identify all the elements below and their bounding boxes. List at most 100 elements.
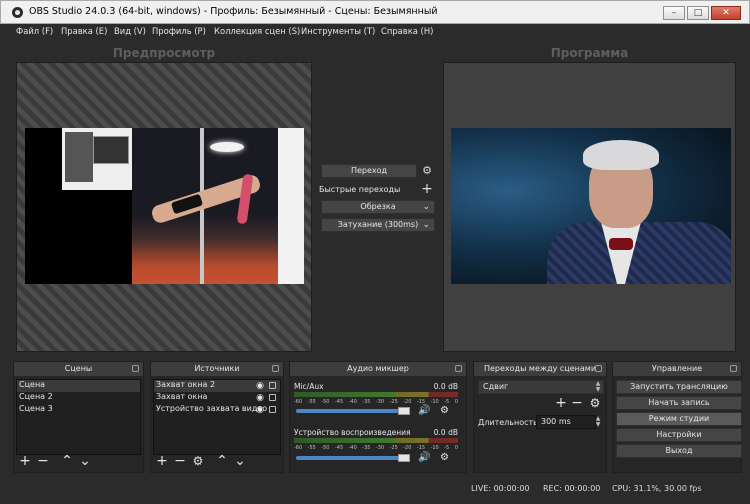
transition-button[interactable]: Переход	[321, 164, 417, 178]
settings-button[interactable]: Настройки	[616, 428, 742, 442]
meter-scale-tick: -45	[334, 399, 344, 405]
source-item[interactable]: Захват окна ◉	[154, 392, 280, 404]
plus-icon[interactable]: +	[554, 396, 568, 411]
eye-icon[interactable]: ◉	[256, 381, 264, 391]
volume-slider-handle[interactable]	[398, 407, 410, 415]
cut-button[interactable]: Обрезка ⌄	[321, 200, 435, 214]
source-item-label: Устройство захвата видео	[156, 404, 268, 413]
chevron-up-icon[interactable]: ▲ ▼	[595, 381, 601, 393]
meter-scale-tick: -55	[307, 399, 316, 405]
meter-scale-tick: -35	[362, 445, 371, 451]
minus-icon[interactable]: −	[570, 396, 584, 411]
source-item[interactable]: Устройство захвата видео ◉	[154, 404, 280, 416]
menu-tools[interactable]: Инструменты (T)	[301, 26, 375, 36]
meter-scale-tick: -10	[430, 399, 439, 405]
meter-scale-tick: -30	[375, 445, 385, 451]
preview-white-edge	[278, 128, 304, 284]
scene-item[interactable]: Сцена	[17, 380, 140, 392]
undock-icon[interactable]	[595, 365, 602, 372]
scene-transitions-dock: Переходы между сценами Сдвиг ▲ ▼ + − ⚙ Дл…	[473, 361, 607, 473]
mixer-channel-db: 0.0 dB	[433, 382, 458, 391]
chevron-up-icon[interactable]: ⌃	[215, 454, 229, 469]
meter-scale-tick: -55	[307, 445, 316, 451]
fade-select[interactable]: Затухание (300ms) ⌄	[321, 218, 435, 232]
sources-list[interactable]: Захват окна 2 ◉ Захват окна ◉ Устройство…	[153, 379, 281, 455]
gear-icon[interactable]: ⚙	[440, 405, 449, 416]
mixer-channel: Устройство воспроизведения 0.0 dB -60 -5…	[294, 428, 458, 466]
eye-icon[interactable]: ◉	[256, 405, 264, 415]
undock-icon[interactable]	[730, 365, 737, 372]
live-status: LIVE: 00:00:00	[471, 484, 530, 493]
audio-mixer-dock-title-text: Аудио микшер	[347, 364, 409, 373]
duration-input[interactable]: 300 ms	[536, 415, 596, 429]
lock-icon[interactable]	[269, 382, 276, 389]
meter-scale-tick: -50	[321, 445, 330, 451]
minus-icon[interactable]: −	[173, 454, 187, 469]
meter-scale-tick: -45	[334, 445, 344, 451]
chevron-down-icon: ⌄	[422, 202, 430, 212]
meter-scale-tick: -50	[321, 399, 330, 405]
plus-icon[interactable]: +	[421, 182, 433, 196]
start-recording-button[interactable]: Начать запись	[616, 396, 742, 410]
chevron-down-icon[interactable]: ⌄	[233, 454, 247, 469]
presenter-bowtie	[609, 238, 633, 250]
transition-select[interactable]: Сдвиг	[478, 380, 604, 394]
menu-scene-collection[interactable]: Коллекция сцен (S)	[214, 26, 300, 36]
menu-edit[interactable]: Правка (E)	[61, 26, 107, 36]
sources-dock-title-text: Источники	[194, 364, 240, 373]
lock-icon[interactable]	[269, 394, 276, 401]
volume-slider[interactable]	[296, 456, 410, 460]
maximize-button[interactable]: □	[687, 6, 709, 20]
minimize-button[interactable]: –	[663, 6, 685, 20]
audio-mixer-dock: Аудио микшер Mic/Aux 0.0 dB -60 -55 -50 …	[289, 361, 467, 473]
chevron-up-icon[interactable]: ⌃	[60, 454, 74, 469]
start-streaming-button[interactable]: Запустить трансляцию	[616, 380, 742, 394]
close-button[interactable]: ✕	[711, 6, 741, 20]
controls-dock-title-text: Управление	[651, 364, 703, 373]
meter-scale-tick: -15	[416, 445, 426, 451]
mixer-channel-name: Mic/Aux	[294, 382, 324, 391]
scene-item[interactable]: Сцена 3	[17, 404, 140, 416]
studio-mode-button[interactable]: Режим студии	[616, 412, 742, 426]
gear-icon[interactable]: ⚙	[588, 397, 602, 411]
speaker-icon[interactable]: 🔊	[418, 405, 430, 416]
stadium-light	[210, 142, 244, 152]
audio-mixer-dock-title: Аудио микшер	[290, 362, 466, 376]
lock-icon[interactable]	[269, 406, 276, 413]
minimize-icon: –	[671, 8, 677, 18]
plus-icon[interactable]: +	[18, 454, 32, 469]
mixer-channel-name: Устройство воспроизведения	[294, 428, 411, 437]
menu-file[interactable]: Файл (F)	[16, 26, 53, 36]
undock-icon[interactable]	[455, 365, 462, 372]
source-item[interactable]: Захват окна 2 ◉	[154, 380, 280, 392]
menu-profile[interactable]: Профиль (P)	[152, 26, 206, 36]
scenes-dock-title-text: Сцены	[64, 364, 93, 373]
speaker-icon[interactable]: 🔊	[418, 452, 430, 463]
volume-slider[interactable]	[296, 409, 410, 413]
volume-slider-handle[interactable]	[398, 454, 410, 462]
scenes-dock: Сцены Сцена Сцена 2 Сцена 3 + − ⌃ ⌄	[13, 361, 144, 473]
exit-button[interactable]: Выход	[616, 444, 742, 458]
gear-icon[interactable]: ⚙	[421, 165, 433, 177]
preview-pane[interactable]	[16, 62, 312, 352]
meter-scale-tick: -20	[403, 399, 412, 405]
menu-view[interactable]: Вид (V)	[114, 26, 146, 36]
meter-scale: -60 -55 -50 -45 -40 -35 -30 -25 -20 -15 …	[294, 445, 458, 452]
plus-icon[interactable]: +	[155, 454, 169, 469]
gear-icon[interactable]: ⚙	[440, 452, 449, 463]
scenes-list[interactable]: Сцена Сцена 2 Сцена 3	[16, 379, 141, 455]
duration-spinner[interactable]: ▲ ▼	[595, 416, 601, 428]
sources-toolbar: + − ⚙ ⌃ ⌄	[155, 454, 247, 469]
undock-icon[interactable]	[272, 365, 279, 372]
eye-icon[interactable]: ◉	[256, 393, 264, 403]
cpu-status: CPU: 31.1%, 30.00 fps	[612, 484, 702, 493]
scene-item[interactable]: Сцена 2	[17, 392, 140, 404]
menu-help[interactable]: Справка (H)	[381, 26, 433, 36]
controls-dock: Управление Запустить трансляцию Начать з…	[612, 361, 742, 473]
chevron-down-icon[interactable]: ⌄	[78, 454, 92, 469]
minus-icon[interactable]: −	[36, 454, 50, 469]
preview-title: Предпросмотр	[112, 46, 216, 60]
undock-icon[interactable]	[132, 365, 139, 372]
gear-icon[interactable]: ⚙	[191, 455, 205, 469]
program-video	[451, 128, 731, 284]
